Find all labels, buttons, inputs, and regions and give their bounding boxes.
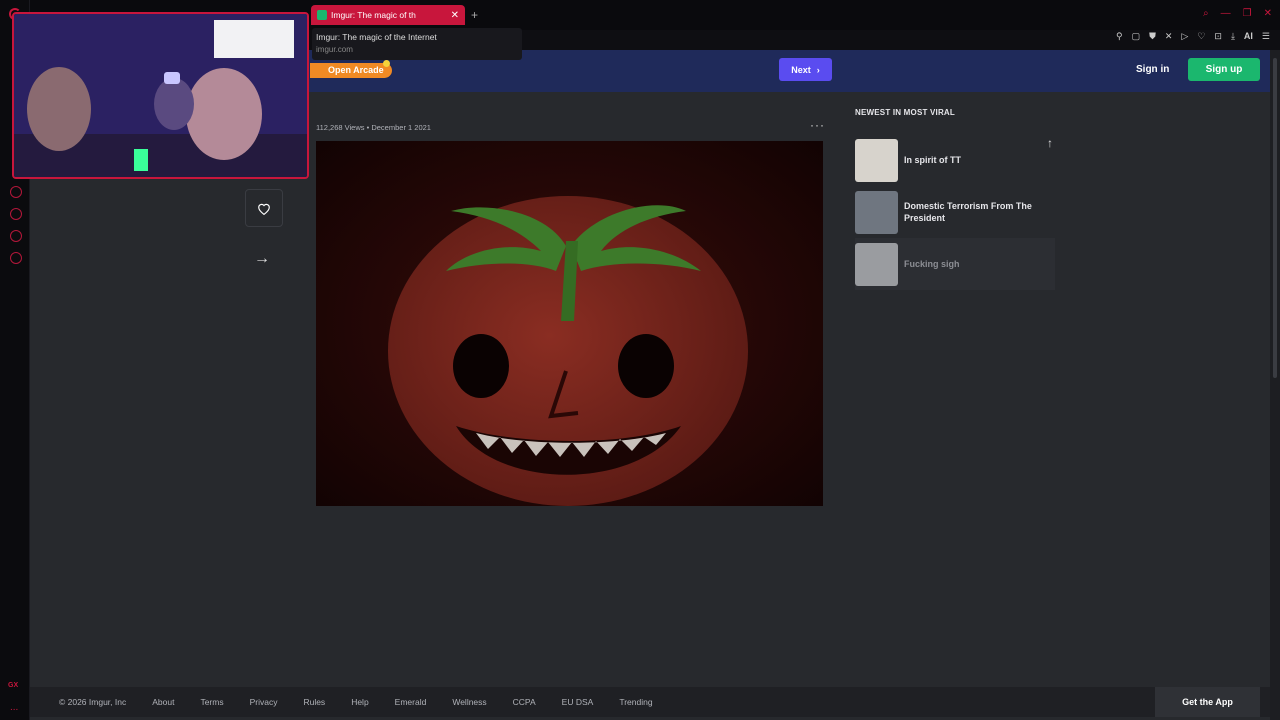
pin-icon[interactable]: ⚲	[1116, 31, 1123, 42]
window-controls: ⌕ — ❐ ✕	[1203, 8, 1272, 19]
viral-item[interactable]: Domestic Terrorism From The President	[855, 186, 1055, 238]
gx-label: GX	[8, 682, 19, 689]
shield-icon[interactable]: ⛊	[1149, 31, 1156, 42]
search-icon[interactable]: ⌕	[1203, 8, 1209, 19]
tomato-face-image	[316, 141, 823, 506]
viral-item-title: Fucking sigh	[904, 259, 960, 269]
open-arcade-button[interactable]: Open Arcade	[310, 63, 392, 78]
ai-button[interactable]: AI	[1244, 31, 1253, 42]
translate-icon[interactable]: ✕	[1165, 31, 1173, 42]
most-viral-heading: NEWEST IN MOST VIRAL	[855, 108, 955, 117]
tooltip-url: imgur.com	[316, 45, 353, 54]
footer-link-trending[interactable]: Trending	[619, 697, 652, 707]
footer-link-terms[interactable]: Terms	[200, 697, 223, 707]
footer-link-ccpa[interactable]: CCPA	[513, 697, 536, 707]
download-icon[interactable]: ⤓	[1231, 31, 1235, 42]
footer-link-privacy[interactable]: Privacy	[250, 697, 278, 707]
sidebar-extensions-icon[interactable]	[10, 230, 22, 242]
post-image[interactable]	[316, 141, 823, 506]
footer-link-eu-dsa[interactable]: EU DSA	[562, 697, 594, 707]
snapshot-icon[interactable]: ▢	[1132, 31, 1141, 42]
share-arrow-icon[interactable]: →	[254, 250, 270, 268]
sign-up-button[interactable]: Sign up	[1188, 58, 1260, 81]
arcade-badge-icon	[383, 60, 390, 67]
tab-label: Imgur: The magic of th	[331, 10, 416, 20]
viral-item-title: In spirit of TT	[904, 155, 961, 165]
lock-icon[interactable]: ⊡	[1214, 31, 1222, 42]
next-label: Next	[791, 64, 811, 75]
favorite-button[interactable]	[245, 189, 283, 227]
viral-thumbnail	[855, 190, 898, 234]
sidebar-more-icon[interactable]: ...	[10, 702, 18, 713]
heart-icon[interactable]: ♡	[1197, 31, 1205, 42]
post-more-icon[interactable]: ···	[810, 118, 825, 132]
chevron-right-icon: ›	[816, 64, 820, 75]
sidebar-clock-icon[interactable]	[10, 186, 22, 198]
tab-tooltip: Imgur: The magic of the Internet imgur.c…	[312, 28, 522, 60]
footer-link-rules[interactable]: Rules	[303, 697, 325, 707]
footer-link-emerald[interactable]: Emerald	[395, 697, 427, 707]
viral-thumbnail	[855, 138, 898, 182]
sidebar-settings-icon[interactable]	[10, 252, 22, 264]
browser-toolbar: ⚲ ▢ ⛊ ✕ ▷ ♡ ⊡ ⤓ AI ☰	[1116, 31, 1270, 42]
close-window-icon[interactable]: ✕	[1264, 8, 1272, 19]
play-icon[interactable]: ▷	[1181, 31, 1188, 42]
viral-thumbnail	[855, 242, 898, 286]
webcam-image	[14, 14, 307, 177]
menu-icon[interactable]: ☰	[1262, 31, 1270, 42]
footer-link-about[interactable]: About	[152, 697, 174, 707]
footer-link-wellness[interactable]: Wellness	[452, 697, 486, 707]
webcam-overlay	[12, 12, 309, 179]
footer: © 2026 Imgur, Inc About Terms Privacy Ru…	[30, 687, 1270, 717]
tab-imgur[interactable]: Imgur: The magic of th ✕	[311, 5, 465, 25]
footer-link-help[interactable]: Help	[351, 697, 368, 707]
post-views: 112,268 Views	[316, 123, 365, 132]
get-the-app-button[interactable]: Get the App	[1155, 687, 1260, 717]
new-tab-icon[interactable]: +	[471, 8, 478, 22]
sidebar-history-icon[interactable]	[10, 208, 22, 220]
post-date: December 1 2021	[371, 123, 431, 132]
restore-icon[interactable]: ❐	[1243, 8, 1252, 19]
scrollbar-thumb[interactable]	[1273, 58, 1277, 378]
page-scrollbar[interactable]	[1270, 50, 1280, 720]
viral-item-title: Domestic Terrorism From The President	[904, 201, 1032, 223]
heart-outline-icon	[258, 203, 270, 215]
meta-separator: •	[366, 123, 370, 132]
viral-list: In spirit of TT Domestic Terrorism From …	[855, 134, 1055, 290]
viral-item[interactable]: Fucking sigh	[855, 238, 1055, 290]
viral-item[interactable]: In spirit of TT	[855, 134, 1055, 186]
post-meta: 112,268 Views • December 1 2021	[316, 123, 431, 132]
next-button[interactable]: Next ›	[779, 58, 832, 81]
imgur-favicon-icon	[317, 10, 327, 20]
footer-copyright: © 2026 Imgur, Inc	[59, 697, 127, 707]
tooltip-title: Imgur: The magic of the Internet	[316, 32, 437, 42]
minimize-icon[interactable]: —	[1221, 8, 1231, 19]
tab-close-icon[interactable]: ✕	[451, 10, 459, 21]
sign-in-link[interactable]: Sign in	[1136, 64, 1169, 75]
